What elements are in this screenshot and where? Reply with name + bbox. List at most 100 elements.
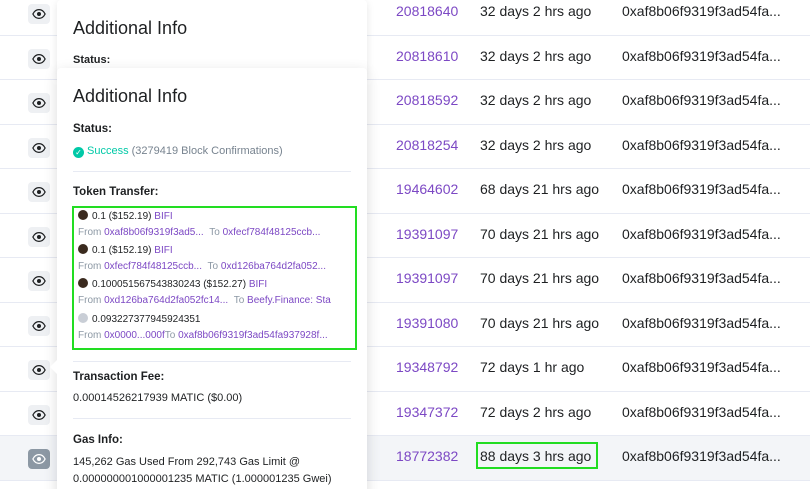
from-address-cell[interactable]: 0xaf8b06f9319f3ad54fa... xyxy=(622,137,781,153)
token-icon xyxy=(78,210,88,220)
transaction-fee-value: 0.00014526217939 MATIC ($0.00) xyxy=(73,392,243,404)
divider xyxy=(73,361,351,362)
age-highlight-box xyxy=(476,442,598,469)
transfer-route-row: From 0xaf8b06f9319f3ad5... To 0xfecf784f… xyxy=(78,227,353,238)
from-address-cell[interactable]: 0xaf8b06f9319f3ad54fa... xyxy=(622,359,781,375)
status-value: Success xyxy=(87,145,129,157)
from-address-cell[interactable]: 0xaf8b06f9319f3ad54fa... xyxy=(622,448,781,464)
transfer-route-row: From 0xfecf784f48125ccb... To 0xd126ba76… xyxy=(78,261,353,272)
additional-info-popover-back: Additional Info Status: xyxy=(57,0,367,75)
token-icon xyxy=(78,313,88,323)
token-link[interactable]: BIFI xyxy=(154,245,172,256)
from-address-cell[interactable]: 0xaf8b06f9319f3ad54fa... xyxy=(622,181,781,197)
eye-icon xyxy=(32,408,46,422)
block-link[interactable]: 19464602 xyxy=(396,181,458,197)
block-link[interactable]: 19348792 xyxy=(396,359,458,375)
transfer-amount: 0.1 ($152.19) xyxy=(92,211,152,222)
popover-arrow xyxy=(50,360,57,374)
view-details-button[interactable] xyxy=(28,449,50,469)
block-link[interactable]: 20818254 xyxy=(396,137,458,153)
transfer-route-row: From 0x0000...000fTo 0xaf8b06f9319f3ad54… xyxy=(78,330,353,341)
from-address-cell[interactable]: 0xaf8b06f9319f3ad54fa... xyxy=(622,3,781,19)
from-address-cell[interactable]: 0xaf8b06f9319f3ad54fa... xyxy=(622,315,781,331)
view-details-button[interactable] xyxy=(28,226,50,247)
from-address-cell[interactable]: 0xaf8b06f9319f3ad54fa... xyxy=(622,270,781,286)
view-details-button[interactable] xyxy=(28,315,50,336)
view-details-button[interactable] xyxy=(28,137,50,158)
from-address-cell[interactable]: 0xaf8b06f9319f3ad54fa... xyxy=(622,404,781,420)
token-transfer-list: 0.1 ($152.19) BIFI From 0xaf8b06f9319f3a… xyxy=(72,206,357,350)
popover-title: Additional Info xyxy=(73,86,188,106)
eye-icon xyxy=(32,141,46,155)
block-link[interactable]: 18772382 xyxy=(396,448,458,464)
token-icon xyxy=(78,278,88,288)
eye-icon xyxy=(32,230,46,244)
age-cell: 32 days 2 hrs ago xyxy=(480,136,592,153)
from-label: From xyxy=(78,330,102,341)
from-address-link[interactable]: 0xfecf784f48125ccb... xyxy=(104,261,202,272)
view-details-button[interactable] xyxy=(28,404,50,425)
to-label: To xyxy=(209,227,220,238)
from-label: From xyxy=(78,227,102,238)
to-address-link[interactable]: Beefy.Finance: Sta xyxy=(247,295,331,306)
block-link[interactable]: 19391080 xyxy=(396,315,458,331)
block-link[interactable]: 19391097 xyxy=(396,226,458,242)
transfer-route-row: From 0xd126ba764d2fa052fc14... To Beefy.… xyxy=(78,295,353,306)
age-cell: 32 days 2 hrs ago xyxy=(480,47,592,64)
transfer-amount-row: 0.1 ($152.19) BIFI xyxy=(78,244,353,256)
view-details-button[interactable] xyxy=(28,93,50,113)
status-row: ✓ Success (3279419 Block Confirmations) xyxy=(73,145,283,158)
view-details-button[interactable] xyxy=(28,360,50,380)
block-link[interactable]: 20818640 xyxy=(396,3,458,19)
transfer-amount-row: 0.100051567543830243 ($152.27) BIFI xyxy=(78,278,353,290)
to-label: To xyxy=(207,261,219,272)
block-link[interactable]: 19391097 xyxy=(396,270,458,286)
block-link[interactable]: 19347372 xyxy=(396,404,458,420)
view-details-button[interactable] xyxy=(28,182,50,202)
age-cell: 32 days 2 hrs ago xyxy=(480,3,592,19)
block-confirmations: (3279419 Block Confirmations) xyxy=(131,145,283,157)
divider xyxy=(73,418,351,419)
popover-back-title: Additional Info xyxy=(73,18,188,38)
to-label: To xyxy=(233,295,245,306)
transfer-amount-row: 0.1 ($152.19) BIFI xyxy=(78,210,353,222)
token-icon xyxy=(78,244,88,254)
age-cell: 70 days 21 hrs ago xyxy=(480,270,600,286)
age-cell: 72 days 2 hrs ago xyxy=(480,403,592,420)
block-link[interactable]: 20818610 xyxy=(396,48,458,64)
status-label: Status: xyxy=(73,123,112,135)
age-cell: 68 days 21 hrs ago xyxy=(480,181,600,197)
transfer-amount: 0.100051567543830243 ($152.27) xyxy=(92,279,247,290)
age-cell: 70 days 21 hrs ago xyxy=(480,314,600,331)
from-address-link[interactable]: 0xd126ba764d2fa052fc14... xyxy=(104,295,228,306)
block-link[interactable]: 20818592 xyxy=(396,92,458,108)
view-details-button[interactable] xyxy=(28,4,50,24)
from-label: From xyxy=(78,295,102,306)
to-address-link[interactable]: 0xd126ba764d2fa052... xyxy=(221,261,326,272)
age-cell: 70 days 21 hrs ago xyxy=(480,225,600,242)
to-address-link[interactable]: 0xfecf784f48125ccb... xyxy=(223,227,321,238)
to-address-link[interactable]: 0xaf8b06f9319f3ad54fa937928f... xyxy=(178,330,328,341)
popover-back-status-label: Status: xyxy=(73,54,111,66)
from-address-cell[interactable]: 0xaf8b06f9319f3ad54fa... xyxy=(622,48,781,64)
gas-info-line-1: 145,262 Gas Used From 292,743 Gas Limit … xyxy=(73,456,300,468)
from-address-cell[interactable]: 0xaf8b06f9319f3ad54fa... xyxy=(622,92,781,108)
transfer-amount-row: 0.093227377945924351 xyxy=(78,313,353,325)
age-cell: 72 days 1 hr ago xyxy=(480,359,585,375)
eye-icon xyxy=(32,363,46,377)
eye-icon xyxy=(32,52,46,66)
from-address-cell[interactable]: 0xaf8b06f9319f3ad54fa... xyxy=(622,226,781,242)
eye-icon xyxy=(32,274,46,288)
eye-icon xyxy=(32,96,46,110)
additional-info-popover: Additional Info Status: ✓ Success (327941… xyxy=(50,68,367,489)
from-label: From xyxy=(78,261,102,272)
eye-icon xyxy=(32,185,46,199)
transactions-page: 20818640 32 days 2 hrs ago 0xaf8b06f9319f3… xyxy=(0,0,810,489)
token-link[interactable]: BIFI xyxy=(154,211,172,222)
view-details-button[interactable] xyxy=(28,271,50,291)
eye-icon xyxy=(32,7,46,21)
from-address-link[interactable]: 0xaf8b06f9319f3ad5... xyxy=(104,227,204,238)
from-address-link[interactable]: 0x0000...000f xyxy=(104,330,165,341)
view-details-button[interactable] xyxy=(28,48,50,69)
token-link[interactable]: BIFI xyxy=(249,279,267,290)
